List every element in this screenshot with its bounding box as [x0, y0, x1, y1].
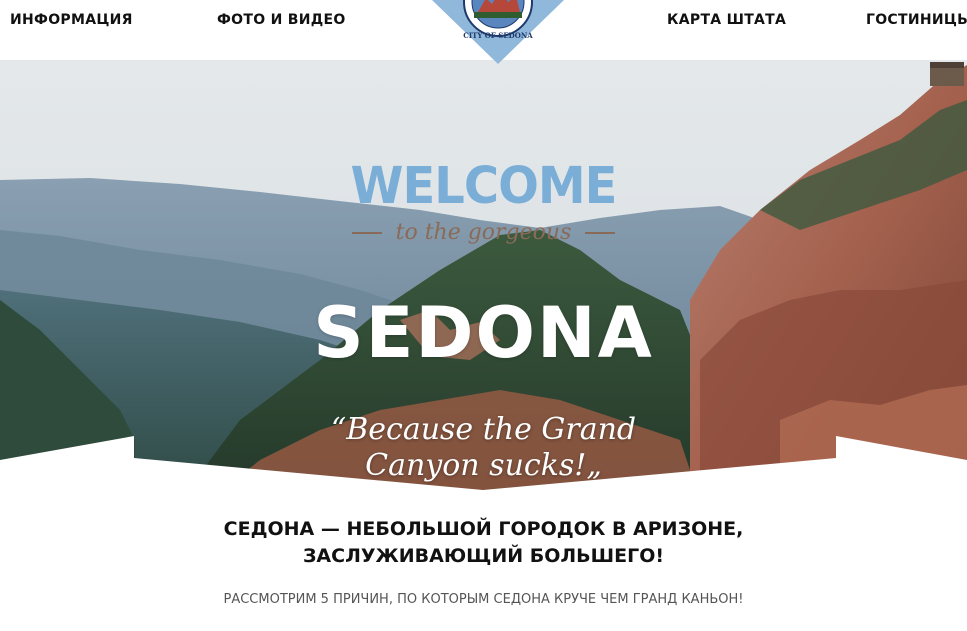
logo-text: CITY OF SEDONA — [463, 31, 533, 40]
hero-title: SEDONA — [313, 292, 654, 374]
welcome-title: WELCOME — [350, 156, 618, 216]
intro-headline-line-1: СЕДОНА — НЕБОЛЬШОЙ ГОРОДОК В АРИЗОНЕ, — [223, 518, 744, 540]
hero-chevron-divider — [0, 436, 967, 510]
intro-headline-line-2: ЗАСЛУЖИВАЮЩИЙ БОЛЬШЕГО! — [302, 545, 665, 567]
city-of-sedona-logo[interactable]: CITY OF SEDONA — [432, 0, 564, 64]
tagline-dash-right — [585, 232, 616, 234]
logo-emblem-icon: CITY OF SEDONA — [432, 0, 564, 64]
tagline: to the gorgeous — [0, 220, 967, 245]
tagline-dash-left — [351, 232, 382, 234]
tagline-text: to the gorgeous — [395, 220, 572, 245]
nav-item-photo-video[interactable]: ФОТО И ВИДЕО — [217, 12, 346, 28]
intro-subtext: РАССМОТРИМ 5 ПРИЧИН, ПО КОТОРЫМ СЕДОНА К… — [223, 592, 744, 607]
nav-item-state-map[interactable]: КАРТА ШТАТА — [667, 12, 786, 28]
intro-headline: СЕДОНА — НЕБОЛЬШОЙ ГОРОДОК В АРИЗОНЕ, ЗА… — [0, 516, 967, 570]
nav-item-info[interactable]: ИНФОРМАЦИЯ — [10, 12, 133, 28]
nav-item-hotels[interactable]: ГОСТИНИЦЫ — [866, 12, 967, 28]
